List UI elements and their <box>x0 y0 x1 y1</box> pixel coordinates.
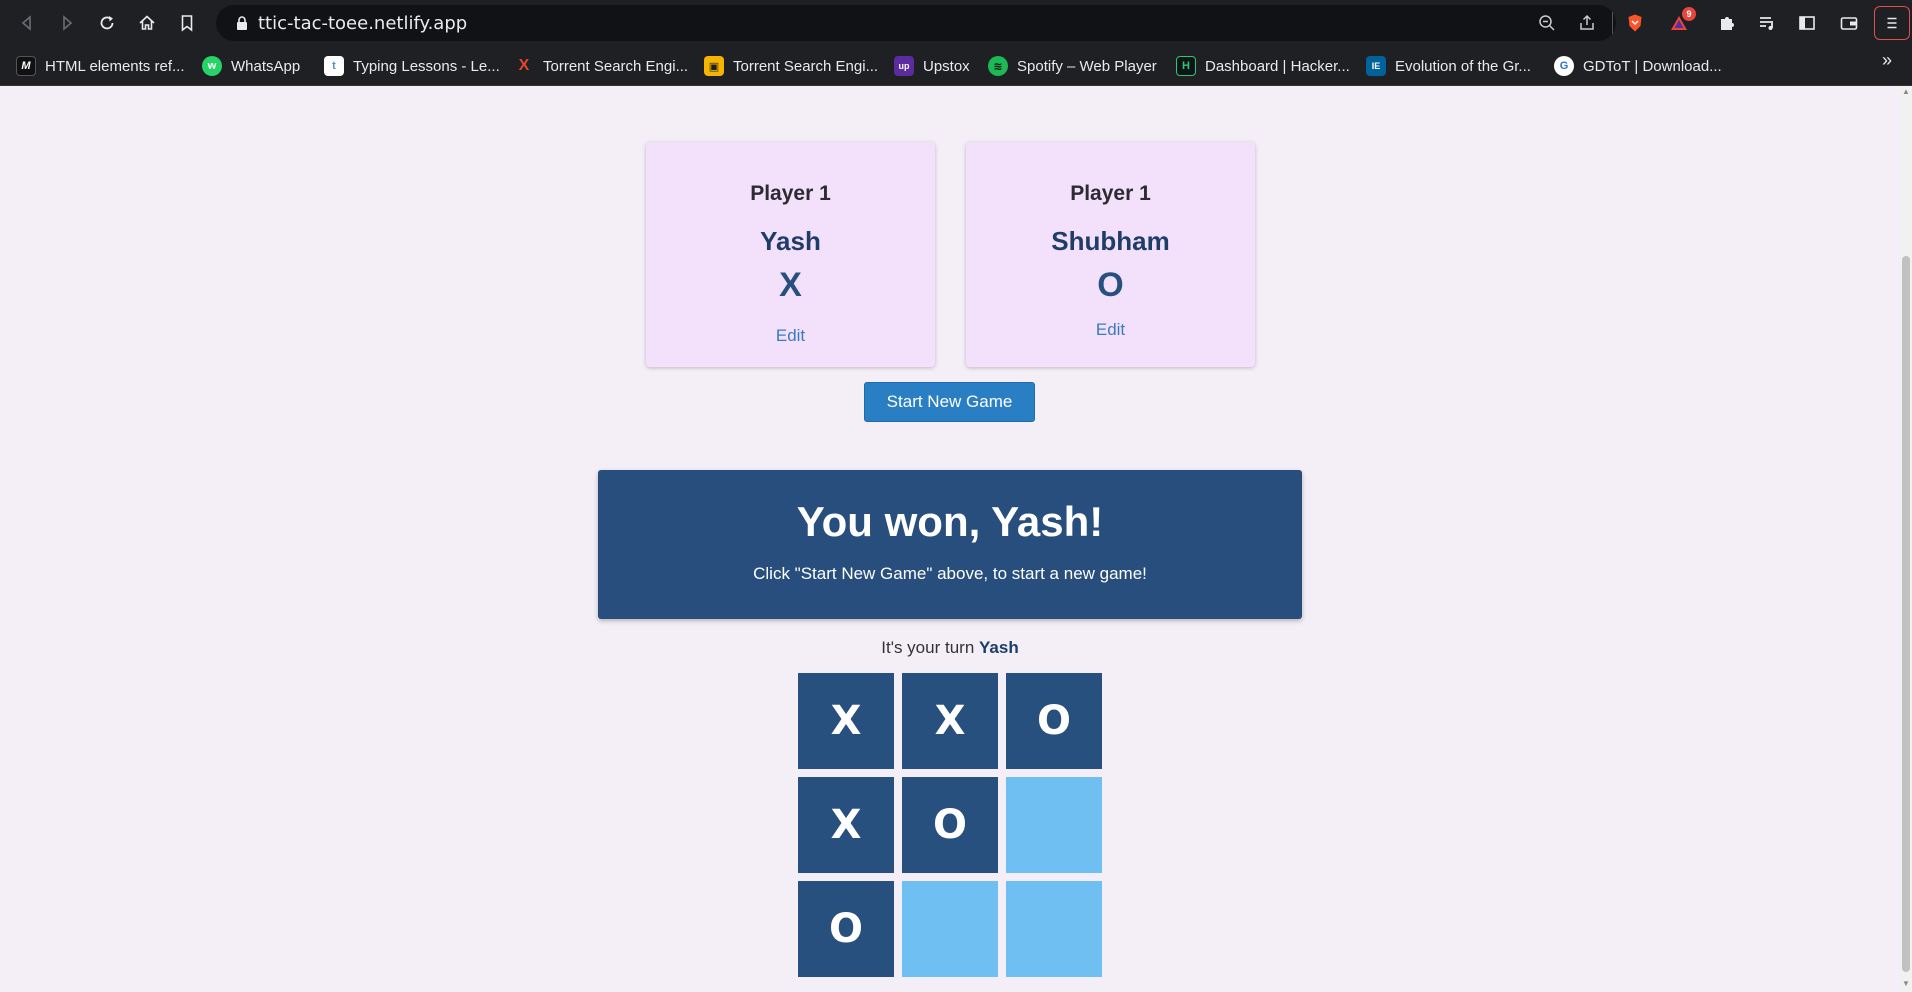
turn-prefix: It's your turn <box>881 638 975 657</box>
typing-icon: t <box>324 56 344 76</box>
board-cell[interactable] <box>1006 777 1102 873</box>
bookmark-label: Dashboard | Hacker... <box>1205 57 1350 75</box>
sidebar-icon[interactable] <box>1794 10 1820 36</box>
share-icon[interactable] <box>1574 10 1600 36</box>
board-cell[interactable]: X <box>902 673 998 769</box>
game-over-panel: You won, Yash! Click "Start New Game" ab… <box>598 470 1302 619</box>
bookmark-label: Typing Lessons - Le... <box>353 57 500 75</box>
player-card-2: Player 1 Shubham O Edit <box>966 142 1255 367</box>
reload-icon[interactable] <box>94 10 120 36</box>
zoom-icon[interactable] <box>1534 10 1560 36</box>
forward-icon[interactable] <box>54 10 80 36</box>
board-cell[interactable]: O <box>798 881 894 977</box>
whatsapp-icon: w <box>202 56 222 76</box>
board-cell[interactable] <box>1006 881 1102 977</box>
extensions-icon[interactable] <box>1714 10 1740 36</box>
bookmark-item[interactable]: t Typing Lessons - Le... <box>324 54 500 78</box>
player-symbol: O <box>1097 266 1124 304</box>
brave-rewards-icon[interactable]: 9 <box>1666 7 1696 36</box>
bookmark-item[interactable]: G GDToT | Download... <box>1554 54 1722 78</box>
bookmark-item[interactable]: X Torrent Search Engi... <box>514 54 688 78</box>
bookmark-item[interactable]: ≋ Spotify – Web Player <box>988 54 1157 78</box>
bookmark-label: Spotify – Web Player <box>1017 57 1157 75</box>
ieee-icon: IE <box>1366 56 1386 76</box>
player-card-1: Player 1 Yash X Edit <box>646 142 935 367</box>
edit-player-2-button[interactable]: Edit <box>1096 320 1125 340</box>
bookmark-label: Evolution of the Gr... <box>1395 57 1531 75</box>
turn-indicator: It's your turn Yash <box>0 638 1900 658</box>
gdtot-icon: G <box>1554 56 1574 76</box>
bookmark-item[interactable]: H Dashboard | Hacker... <box>1176 54 1350 78</box>
board-cell[interactable] <box>902 881 998 977</box>
bookmark-item[interactable]: M HTML elements ref... <box>16 54 184 78</box>
bookmark-item[interactable]: w WhatsApp <box>202 54 300 78</box>
page-scrollbar[interactable]: ▲ ▼ <box>1900 86 1912 992</box>
page-content: Player 1 Yash X Edit Player 1 Shubham O … <box>0 86 1900 992</box>
brave-shields-icon[interactable] <box>1622 10 1648 36</box>
scrollbar-thumb[interactable] <box>1902 256 1910 972</box>
torrent-lock-icon: ▣ <box>704 56 724 76</box>
upstox-icon: up <box>894 56 914 76</box>
bookmark-label: HTML elements ref... <box>45 57 185 75</box>
wallet-icon[interactable] <box>1836 10 1862 36</box>
player-title: Player 1 <box>1070 182 1151 205</box>
active-player-name: Yash <box>979 638 1019 657</box>
back-icon[interactable] <box>14 10 40 36</box>
bookmark-icon[interactable] <box>174 10 200 36</box>
player-name: Shubham <box>1051 226 1170 256</box>
bookmark-item[interactable]: ▣ Torrent Search Engi... <box>704 54 878 78</box>
board-cell[interactable]: X <box>798 777 894 873</box>
chevron-double-right-icon[interactable]: » <box>1882 50 1892 71</box>
home-icon[interactable] <box>134 10 160 36</box>
board-cell[interactable]: O <box>902 777 998 873</box>
toolbar-divider <box>1612 12 1613 34</box>
bookmark-item[interactable]: up Upstox <box>894 54 970 78</box>
bookmark-label: Torrent Search Engi... <box>543 57 689 75</box>
bookmark-label: Upstox <box>923 57 970 75</box>
board-cell[interactable]: X <box>798 673 894 769</box>
bookmark-label: Torrent Search Engi... <box>733 57 879 75</box>
scroll-up-icon[interactable]: ▲ <box>1902 88 1910 96</box>
scroll-down-icon[interactable]: ▼ <box>1902 980 1910 988</box>
url-text[interactable]: ttic-tac-toee.netlify.app <box>258 13 467 34</box>
lock-icon[interactable] <box>234 15 250 31</box>
spotify-icon: ≋ <box>988 56 1008 76</box>
player-name: Yash <box>760 226 821 256</box>
edit-player-1-button[interactable]: Edit <box>776 326 805 346</box>
bookmark-label: WhatsApp <box>231 57 301 75</box>
torrent-x-icon: X <box>518 57 530 74</box>
bookmark-item[interactable]: IE Evolution of the Gr... <box>1366 54 1531 78</box>
player-symbol: X <box>779 266 802 304</box>
bookmark-label: GDToT | Download... <box>1583 57 1722 75</box>
browser-toolbar: ttic-tac-toee.netlify.app 9 <box>0 0 1912 46</box>
rewards-badge: 9 <box>1682 7 1696 21</box>
player-title: Player 1 <box>750 182 831 205</box>
winner-subtitle: Click "Start New Game" above, to start a… <box>753 564 1147 583</box>
game-board: X X O X O O <box>798 673 1103 978</box>
mdn-icon: M <box>16 56 36 76</box>
start-new-game-button[interactable]: Start New Game <box>864 382 1035 422</box>
playlist-icon[interactable] <box>1754 10 1780 36</box>
menu-icon[interactable] <box>1874 6 1910 40</box>
winner-title: You won, Yash! <box>796 498 1104 545</box>
board-cell[interactable]: O <box>1006 673 1102 769</box>
bookmarks-bar: M HTML elements ref... w WhatsApp t Typi… <box>0 46 1912 86</box>
address-bar[interactable]: ttic-tac-toee.netlify.app <box>216 5 1616 41</box>
hackerrank-icon: H <box>1176 56 1196 76</box>
